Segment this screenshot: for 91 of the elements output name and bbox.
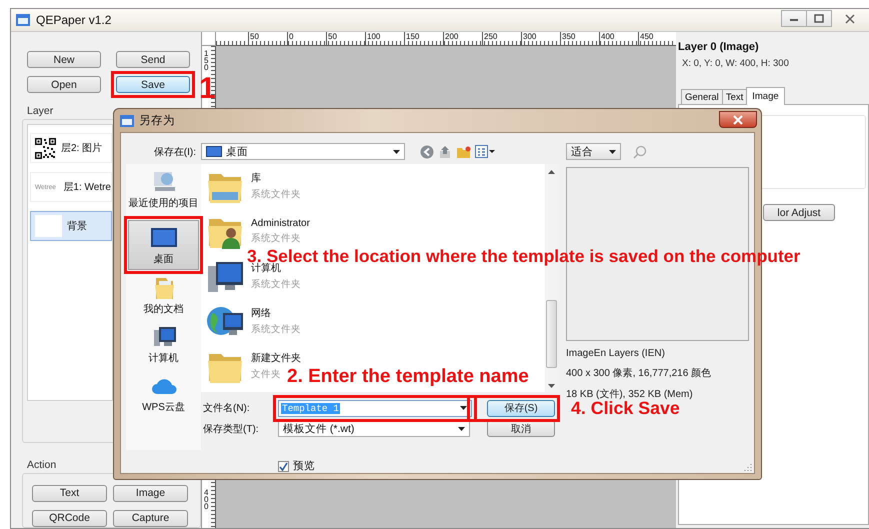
- step-number: 1: [199, 73, 216, 105]
- file-type: 系统文件夹: [251, 278, 301, 291]
- tab[interactable]: General: [681, 89, 723, 105]
- qr-code-icon: [35, 138, 56, 158]
- caret-icon: [460, 406, 467, 410]
- app-icon: [120, 114, 134, 126]
- checkbox[interactable]: [278, 460, 289, 472]
- preview-info: ImageEn Layers (IEN): [566, 348, 666, 359]
- maximize-icon: [813, 13, 825, 24]
- file-name: 网络: [251, 307, 271, 320]
- place-label: 计算机: [148, 352, 178, 364]
- file-name: Administrator: [251, 218, 310, 228]
- toolbar-button[interactable]: Save: [116, 76, 190, 93]
- scroll-down-icon[interactable]: [548, 384, 555, 388]
- place-item[interactable]: 我的文档: [128, 272, 199, 318]
- file-name: 库: [251, 172, 261, 185]
- color-adjust-button[interactable]: lor Adjust: [763, 204, 835, 221]
- new-folder-icon[interactable]: [456, 144, 471, 158]
- layer-geometry: X: 0, Y: 0, W: 400, H: 300: [682, 58, 790, 69]
- action-button[interactable]: Capture: [113, 510, 188, 527]
- group-label: Layer: [27, 105, 54, 117]
- close-icon: [844, 13, 856, 24]
- field-label: 文件名(N):: [202, 402, 251, 415]
- scrollbar-thumb[interactable]: [546, 300, 557, 368]
- ruler-label: 200: [443, 32, 482, 45]
- toolbar-button[interactable]: Send: [116, 51, 190, 68]
- view-dropdown[interactable]: 适合: [566, 143, 621, 160]
- toolbar-button[interactable]: New: [27, 51, 101, 68]
- layer-name: 背景: [67, 220, 87, 233]
- place-item[interactable]: 最近使用的项目: [128, 166, 199, 212]
- place-item[interactable]: 计算机: [128, 321, 199, 367]
- view-menu-icon[interactable]: [475, 145, 495, 158]
- file-type: 系统文件夹: [251, 188, 301, 201]
- place-label: 我的文档: [144, 302, 184, 316]
- dialog-save-button[interactable]: 保存(S): [487, 400, 555, 416]
- ruler-label: 400: [599, 32, 638, 45]
- window-title: QEPaper v1.2: [36, 13, 112, 27]
- ruler-label: 350: [560, 32, 599, 45]
- layer-name: 层2: 图片: [61, 142, 102, 155]
- file-type: 文件夹: [251, 368, 281, 381]
- ruler-label: 100: [365, 32, 404, 45]
- file-type: 系统文件夹: [251, 232, 301, 244]
- layer-name: 层1: Wetre: [63, 181, 111, 194]
- maximize-button[interactable]: [806, 10, 832, 27]
- thumbnail: [35, 215, 62, 237]
- caret-icon: [609, 150, 616, 154]
- action-button[interactable]: QRCode: [32, 510, 107, 527]
- tab[interactable]: Image: [746, 87, 785, 105]
- toolbar-button[interactable]: Open: [27, 76, 101, 93]
- desktop-icon: [206, 146, 222, 157]
- ruler-label: 400: [204, 489, 208, 510]
- app-icon: [16, 14, 30, 26]
- action-button[interactable]: Text: [32, 484, 107, 502]
- ruler-label: 50: [248, 32, 287, 45]
- layer-item[interactable]: 层2: 图片: [30, 133, 112, 163]
- ruler-label: 300: [521, 32, 560, 45]
- minimize-button[interactable]: [781, 10, 807, 27]
- place-label: WPS云盘: [142, 400, 185, 414]
- close-icon: [732, 114, 744, 124]
- caret-icon: [393, 150, 400, 154]
- layer-item[interactable]: 背景: [30, 211, 112, 241]
- preview-info: 18 KB (文件), 352 KB (Mem): [566, 388, 694, 401]
- place-item[interactable]: WPS云盘: [128, 370, 199, 416]
- back-icon[interactable]: [420, 144, 434, 158]
- instruction-text: 4. Click Save: [571, 398, 680, 418]
- caret-icon: [458, 426, 465, 430]
- file-name: 新建文件夹: [251, 352, 301, 365]
- place-label: 桌面: [154, 252, 174, 266]
- check-icon: [279, 462, 288, 470]
- dialog-title: 另存为: [139, 114, 175, 128]
- layer-title: Layer 0 (Image): [678, 41, 760, 53]
- ruler-label: 450: [638, 32, 676, 45]
- scroll-up-icon[interactable]: [548, 170, 555, 174]
- action-button[interactable]: Image: [113, 484, 188, 502]
- file-type: 系统文件夹: [251, 323, 301, 336]
- checkbox-label: 预览: [293, 459, 315, 473]
- instruction-text: 2. Enter the template name: [287, 366, 529, 387]
- group-label: Action: [27, 458, 58, 471]
- place-label: 最近使用的项目: [128, 196, 198, 210]
- location-dropdown[interactable]: 桌面: [201, 143, 405, 160]
- field-label: 保存类型(T):: [202, 422, 260, 436]
- ruler-label: 250: [482, 32, 521, 45]
- ruler-label: 50: [326, 32, 365, 45]
- resize-grip-icon: [744, 463, 752, 471]
- field-label: 保存在(I):: [152, 146, 197, 158]
- ruler-label: 150: [204, 50, 208, 71]
- ruler-label: 0: [287, 32, 326, 45]
- ruler-label: 150: [404, 32, 443, 45]
- preview-info: 400 x 300 像素, 16,777,216 颜色: [566, 366, 712, 380]
- close-button[interactable]: [719, 111, 757, 128]
- up-folder-icon[interactable]: [438, 144, 452, 158]
